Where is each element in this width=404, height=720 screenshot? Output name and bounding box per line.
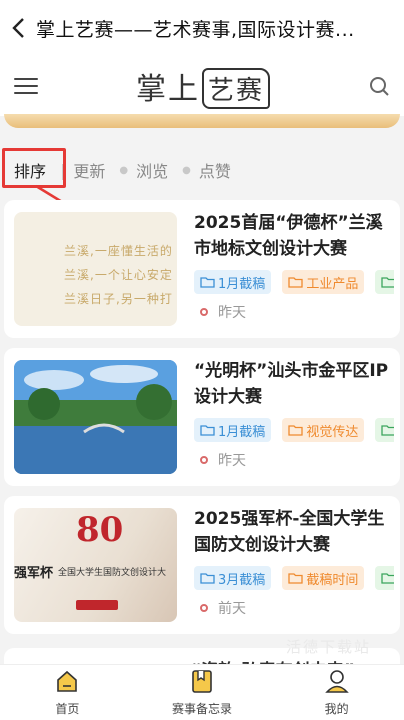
folder-icon	[200, 277, 215, 288]
deadline-tag: 1月截稿	[194, 270, 272, 294]
thumb-text: 兰溪,一个让心安定	[64, 268, 173, 282]
tag-label: 截稿时间	[306, 572, 359, 588]
category-tag: 视觉传达	[282, 418, 365, 442]
search-icon[interactable]	[368, 75, 390, 97]
time-label: 前天	[218, 601, 246, 617]
contest-thumbnail	[14, 360, 177, 474]
nav-item-profile[interactable]: 我的	[269, 665, 404, 720]
posted-time: 前天	[194, 598, 246, 618]
category-tag: 截稿时间	[282, 566, 365, 590]
tag-list: 3月截稿 截稿时间	[194, 566, 394, 592]
time-dot-icon	[200, 604, 208, 612]
sort-option-likes[interactable]: 点赞	[199, 158, 231, 182]
posted-time: 昨天	[194, 302, 246, 322]
banner-strip	[4, 114, 400, 128]
deadline-tag: 3月截稿	[194, 566, 272, 590]
sort-highlight-box	[2, 148, 66, 188]
folder-icon	[288, 425, 304, 436]
tag-list: 1月截稿 工业产品	[194, 270, 394, 296]
app-header: 掌上 艺赛	[0, 56, 404, 116]
time-dot-icon	[200, 456, 208, 464]
bottom-nav: 首页 赛事备忘录 我的	[0, 664, 404, 720]
folder-icon	[381, 277, 394, 288]
watermark-text: 活德下载站	[286, 638, 372, 656]
folder-icon	[381, 573, 394, 584]
home-icon	[57, 670, 78, 692]
posted-time: 昨天	[194, 450, 246, 470]
tag-label: 1月截稿	[218, 424, 266, 440]
time-dot-icon	[200, 308, 208, 316]
contest-card[interactable]: “光明杯”汕头市金平区IP设计大赛 1月截稿 视觉传达 昨天	[4, 348, 400, 486]
nav-label: 赛事备忘录	[172, 702, 233, 716]
contest-title: “光明杯”汕头市金平区IP设计大赛	[194, 361, 389, 407]
page-title: 掌上艺赛——艺术赛事,国际设计赛...	[36, 18, 355, 41]
sort-option-update[interactable]: 更新	[73, 158, 105, 182]
user-icon	[324, 670, 349, 693]
dot-separator: ●	[119, 164, 129, 176]
contest-card[interactable]: 80 强军杯 全国大学生国防文创设计大 2025强军杯-全国大学生国防文创设计大…	[4, 496, 400, 634]
folder-icon	[200, 573, 215, 584]
deadline-tag: 1月截稿	[194, 418, 272, 442]
thumb-ribbon	[76, 600, 118, 610]
nav-label: 我的	[324, 702, 349, 716]
sort-option-views[interactable]: 浏览	[136, 158, 168, 182]
category-tag	[375, 270, 394, 294]
folder-icon	[200, 425, 215, 436]
thumb-text: 兰溪,一座懂生活的	[64, 244, 173, 258]
nav-label: 首页	[55, 702, 80, 716]
category-tag	[375, 566, 394, 590]
menu-icon[interactable]	[14, 74, 38, 98]
thumb-text: 兰溪日子,另一种打	[64, 292, 173, 306]
top-nav-bar: 掌上艺赛——艺术赛事,国际设计赛...	[0, 0, 404, 56]
back-button[interactable]	[0, 0, 36, 56]
contest-card[interactable]: 兰溪,一座懂生活的 兰溪,一个让心安定 兰溪日子,另一种打 2025首届“伊德杯…	[4, 200, 400, 338]
contest-title: 2025首届“伊德杯”兰溪市地标文创设计大赛	[194, 213, 383, 259]
chevron-left-icon	[12, 18, 24, 38]
tag-list: 1月截稿 视觉传达	[194, 418, 394, 444]
nav-item-home[interactable]: 首页	[0, 665, 135, 720]
folder-icon	[381, 425, 394, 436]
tag-label: 工业产品	[306, 276, 359, 292]
nav-item-memo[interactable]: 赛事备忘录	[135, 665, 270, 720]
lake-scene-image	[14, 360, 177, 474]
contest-title: 2025强军杯-全国大学生国防文创设计大赛	[194, 509, 385, 555]
folder-icon	[288, 573, 304, 584]
folder-icon	[288, 277, 304, 288]
contest-thumbnail: 兰溪,一座懂生活的 兰溪,一个让心安定 兰溪日子,另一种打	[14, 212, 177, 326]
time-label: 昨天	[218, 453, 246, 469]
tag-label: 3月截稿	[218, 572, 266, 588]
category-tag	[375, 418, 394, 442]
contest-thumbnail: 80 强军杯 全国大学生国防文创设计大	[14, 508, 177, 622]
thumb-text: 全国大学生国防文创设计大	[58, 568, 167, 578]
tag-label: 视觉传达	[306, 424, 359, 440]
notebook-icon	[192, 670, 212, 693]
dot-separator: ●	[182, 164, 191, 176]
tag-label: 1月截稿	[218, 276, 266, 292]
logo-text-b: 艺赛	[201, 67, 270, 109]
category-tag: 工业产品	[282, 270, 365, 294]
app-logo: 掌上 艺赛	[136, 64, 270, 109]
time-label: 昨天	[218, 305, 246, 321]
thumb-badge-number: 80	[76, 510, 124, 550]
thumb-text: 强军杯	[14, 566, 54, 581]
logo-text-a: 掌上	[135, 71, 200, 107]
